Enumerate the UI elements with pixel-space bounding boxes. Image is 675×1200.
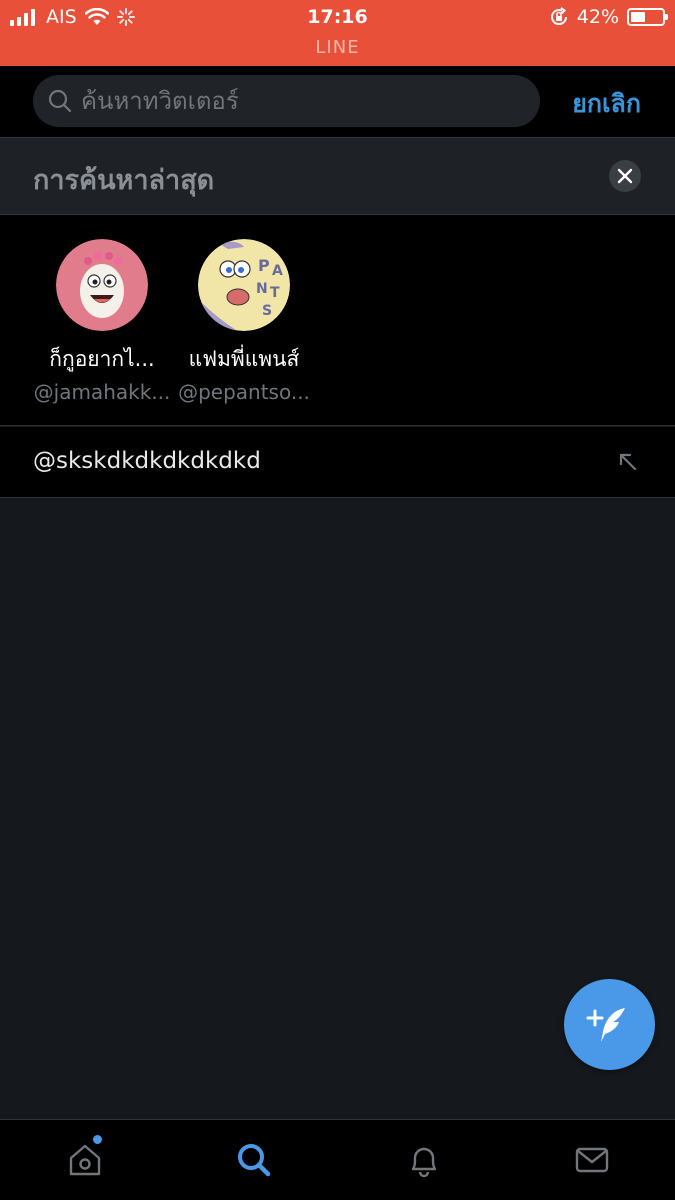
tab-search[interactable]	[234, 1140, 274, 1180]
tab-notifications[interactable]	[404, 1140, 444, 1180]
search-header: ยกเลิก	[0, 66, 675, 138]
battery-percent: 42%	[576, 6, 619, 28]
fill-query-arrow-icon[interactable]	[617, 451, 639, 473]
recent-user-name: แฟมพี่แพนส์	[188, 347, 300, 371]
svg-text:P: P	[258, 256, 270, 275]
compose-tweet-button[interactable]	[564, 979, 655, 1070]
search-icon	[48, 89, 72, 113]
recent-user-handle: @jamahakk...	[33, 380, 171, 404]
tab-home[interactable]	[65, 1140, 105, 1180]
svg-text:T: T	[270, 285, 280, 301]
recent-query-row[interactable]: @skskdkdkdkdkdkd	[0, 427, 675, 498]
search-box[interactable]	[33, 75, 540, 127]
tab-messages[interactable]	[572, 1140, 612, 1180]
status-bar: AIS 17:16 42% LINE	[0, 0, 675, 66]
battery-icon	[627, 8, 668, 26]
bottom-tab-bar	[0, 1119, 675, 1200]
rotation-lock-icon	[550, 7, 567, 26]
recent-user-card[interactable]: ก็กูอยากไ... @jamahakk...	[32, 239, 172, 404]
avatar	[56, 239, 148, 331]
recent-users-list: ก็กูอยากไ... @jamahakk... P A N T S แฟมพ…	[0, 215, 675, 426]
recent-searches-header: การค้นหาล่าสุด	[0, 138, 675, 215]
recent-user-card[interactable]: P A N T S แฟมพี่แพนส์ @pepantso...	[174, 239, 314, 404]
recent-user-name: ก็กูอยากไ...	[49, 347, 155, 371]
search-input[interactable]	[81, 87, 521, 115]
home-notification-dot	[93, 1135, 102, 1144]
search-icon	[238, 1144, 271, 1177]
recent-query-text: @skskdkdkdkdkdkd	[33, 448, 261, 474]
svg-text:A: A	[272, 263, 283, 279]
status-right: 42%	[549, 6, 668, 28]
compose-feather-icon	[586, 1007, 625, 1042]
recent-user-handle: @pepantso...	[178, 380, 310, 404]
close-icon	[617, 168, 633, 184]
mail-icon	[575, 1147, 609, 1173]
avatar: P A N T S	[198, 239, 290, 331]
app-banner-label[interactable]: LINE	[0, 37, 675, 58]
cancel-button[interactable]: ยกเลิก	[572, 84, 641, 124]
home-icon	[69, 1144, 101, 1176]
svg-text:N: N	[256, 281, 268, 297]
recent-searches-title: การค้นหาล่าสุด	[33, 165, 215, 196]
svg-text:S: S	[262, 303, 272, 319]
bell-icon	[411, 1147, 437, 1178]
clear-recent-button[interactable]	[609, 160, 641, 192]
